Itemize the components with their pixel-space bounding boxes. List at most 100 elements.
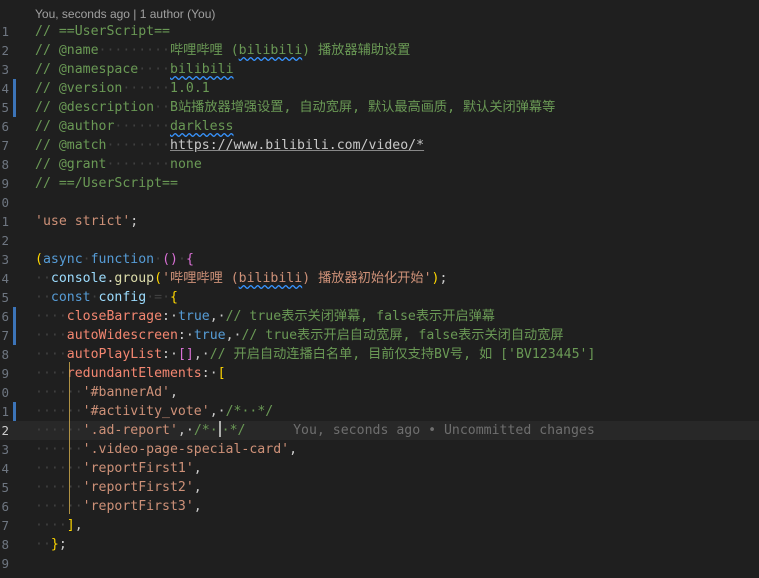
code-token: [ xyxy=(217,366,226,381)
code-token: ; xyxy=(439,271,448,286)
whitespace-marker: ······ xyxy=(35,442,83,457)
code-token: /*· xyxy=(193,423,218,438)
code-line[interactable]: 9 // ==/UserScript== xyxy=(0,174,759,193)
code-token: @description xyxy=(58,100,155,115)
code-line[interactable]: 1 ······'#activity_vote',·/*··*/ xyxy=(0,402,759,421)
code-token: ==/UserScript== xyxy=(58,176,178,191)
modified-line-indicator[interactable] xyxy=(13,326,16,345)
code-line[interactable]: 5 ······'reportFirst2', xyxy=(0,478,759,497)
line-number: 5 xyxy=(1,480,9,495)
line-number: 5 xyxy=(1,100,9,115)
code-line[interactable]: 4 ··console.group('哔哩哔哩 (bilibili) 播放器初始化… xyxy=(0,269,759,288)
code-token: 哔哩哔哩 ( xyxy=(170,43,239,58)
code-text: ······'#bannerAd', xyxy=(35,383,178,402)
code-line[interactable]: 2 ······'.ad-report',·/*· ·*/ You, seconds… xyxy=(0,421,759,440)
code-line[interactable]: 6 ······'reportFirst3', xyxy=(0,497,759,516)
code-token: ) 播放器初始化开始' xyxy=(302,271,432,286)
code-line[interactable]: 8 ··}; xyxy=(0,535,759,554)
code-line[interactable]: 3 ······'.video-page-special-card', xyxy=(0,440,759,459)
code-token: ) 播放器辅助设置 xyxy=(302,43,411,58)
line-number: 3 xyxy=(1,442,9,457)
code-token: '.ad-report' xyxy=(82,423,178,438)
text-cursor xyxy=(218,421,221,437)
whitespace-marker xyxy=(245,423,293,438)
code-text: ······'.video-page-special-card', xyxy=(35,440,297,459)
code-token: '.video-page-special-card' xyxy=(82,442,290,457)
code-token: @author xyxy=(58,119,115,134)
whitespace-marker: ······· xyxy=(114,119,170,134)
code-line[interactable]: 2 xyxy=(0,231,759,250)
inline-blame-annotation[interactable]: You, seconds ago • Uncommitted changes xyxy=(293,423,595,438)
code-token: console xyxy=(50,271,107,286)
code-line[interactable]: 1 'use strict'; xyxy=(0,212,759,231)
code-line[interactable]: 0 ······'#bannerAd', xyxy=(0,383,759,402)
modified-line-indicator[interactable] xyxy=(13,402,16,421)
whitespace-marker: · xyxy=(90,290,99,305)
code-line[interactable]: 8 ····autoPlayList:·[],·// 开启自动连播白名单, 目前仅… xyxy=(0,345,759,364)
code-token: bilibili xyxy=(238,43,303,58)
code-line[interactable]: 4 // @version······1.0.1 xyxy=(0,79,759,98)
code-token: ,· xyxy=(225,328,242,343)
line-number: 8 xyxy=(1,157,9,172)
code-token: async xyxy=(42,252,83,267)
code-text: ··}; xyxy=(35,535,67,554)
whitespace-marker: ······ xyxy=(35,499,83,514)
code-token: ,· xyxy=(209,404,226,419)
code-token: ,· xyxy=(177,423,194,438)
line-number: 6 xyxy=(1,499,9,514)
whitespace-marker: ········ xyxy=(106,157,170,172)
code-line[interactable]: 0 xyxy=(0,193,759,212)
code-token: ==UserScript== xyxy=(58,24,170,39)
code-token: '哔哩哔哩 ( xyxy=(162,271,239,286)
code-token: :· xyxy=(201,366,218,381)
code-token: bilibili xyxy=(170,62,234,77)
code-line[interactable]: 9 ····redundantElements:·[ xyxy=(0,364,759,383)
line-number: 7 xyxy=(1,328,9,343)
codelens-blame-header[interactable]: You, seconds ago | 1 author (You) xyxy=(35,5,215,23)
modified-line-indicator[interactable] xyxy=(13,79,16,98)
code-text: ····closeBarrage:·true,·// true表示关闭弹幕, f… xyxy=(35,307,495,326)
code-token: () xyxy=(162,252,178,267)
code-token: '#activity_vote' xyxy=(82,404,210,419)
code-line[interactable]: 7 // @match········https://www.bilibili.c… xyxy=(0,136,759,155)
code-line[interactable]: 3 // @namespace····bilibili xyxy=(0,60,759,79)
code-token: redundantElements xyxy=(66,366,202,381)
code-line[interactable]: 2 // @name·········哔哩哔哩 (bilibili) 播放器辅助设… xyxy=(0,41,759,60)
code-token: ( xyxy=(35,252,43,267)
code-line[interactable]: 7 ····], xyxy=(0,516,759,535)
code-token: 1.0.1 xyxy=(170,81,210,96)
code-line[interactable]: 5 ··const·config·=·{ xyxy=(0,288,759,307)
code-token: , xyxy=(193,461,202,476)
code-token: 'reportFirst2' xyxy=(82,480,194,495)
modified-line-indicator[interactable] xyxy=(13,307,16,326)
line-number: 9 xyxy=(1,366,9,381)
code-text: ····redundantElements:·[ xyxy=(35,364,226,383)
code-token: ,· xyxy=(193,347,210,362)
code-line[interactable]: 7 ····autoWidescreen:·true,·// true表示开启自动… xyxy=(0,326,759,345)
code-line[interactable]: 4 ······'reportFirst1', xyxy=(0,459,759,478)
whitespace-marker: ······ xyxy=(35,461,83,476)
code-text: 'use strict'; xyxy=(35,212,138,231)
code-line[interactable]: 6 ····closeBarrage:·true,·// true表示关闭弹幕, … xyxy=(0,307,759,326)
code-text: (async·function·()·{ xyxy=(35,250,194,269)
code-line[interactable]: 8 // @grant········none xyxy=(0,155,759,174)
code-token: 'use strict' xyxy=(35,214,131,229)
code-line[interactable]: 9 xyxy=(0,554,759,573)
code-text: ····autoPlayList:·[],·// 开启自动连播白名单, 目前仅支… xyxy=(35,345,595,364)
code-text: ······'.ad-report',·/*· ·*/ You, seconds … xyxy=(35,421,595,440)
whitespace-marker: ···· xyxy=(35,347,67,362)
line-number: 9 xyxy=(1,176,9,191)
code-token: function xyxy=(90,252,155,267)
code-line[interactable]: 3 (async·function·()·{ xyxy=(0,250,759,269)
code-editor[interactable]: 1// ==UserScript== 2// @name·········哔哩哔哩… xyxy=(0,22,759,573)
whitespace-marker: ···· xyxy=(138,62,170,77)
code-token: darkless xyxy=(169,119,234,134)
code-token: '#bannerAd' xyxy=(82,385,170,400)
code-line[interactable]: 5 // @description··B站播放器增强设置, 自动宽屏, 默认最高画… xyxy=(0,98,759,117)
modified-line-indicator[interactable] xyxy=(13,98,16,117)
code-text: // @name·········哔哩哔哩 (bilibili) 播放器辅助设置 xyxy=(35,41,410,60)
code-token: ·*/ xyxy=(221,423,246,438)
code-line[interactable]: 1 // ==UserScript== xyxy=(0,22,759,41)
whitespace-marker: ·· xyxy=(154,100,170,115)
code-line[interactable]: 6 // @author·······darkless xyxy=(0,117,759,136)
